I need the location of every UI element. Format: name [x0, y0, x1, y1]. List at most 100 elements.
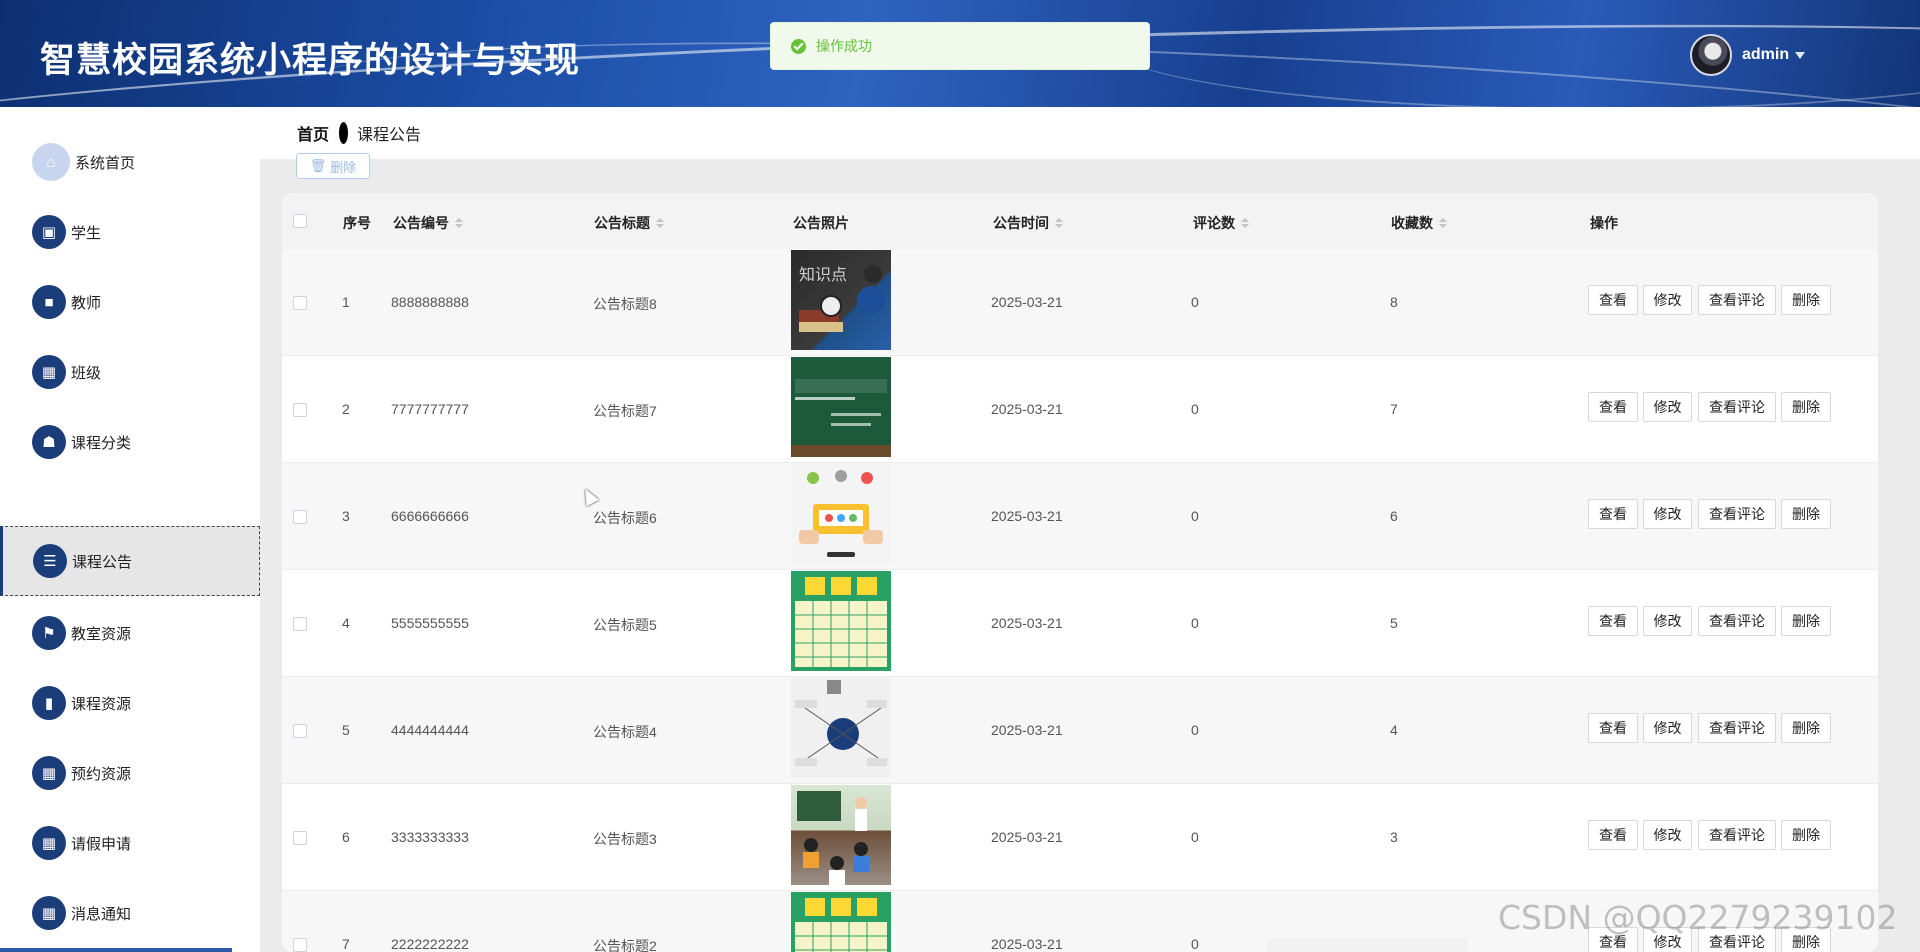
sidebar-item-label: 课程资源	[71, 695, 132, 713]
cell-code: 2222222222	[391, 936, 469, 952]
edit-button[interactable]: 修改	[1643, 820, 1692, 850]
row-checkbox[interactable]	[293, 296, 307, 310]
cell-code: 3333333333	[391, 829, 469, 845]
sidebar-item-course-category[interactable]: ☗ 课程分类	[0, 407, 260, 477]
delete-button[interactable]: 删除	[1781, 285, 1831, 315]
column-header-actions: 操作	[1590, 213, 1618, 233]
cell-code: 7777777777	[391, 401, 469, 417]
view-comments-button[interactable]: 查看评论	[1698, 392, 1776, 422]
system-tray	[1266, 938, 1468, 952]
sidebar-item-label: 系统首页	[75, 154, 136, 172]
row-checkbox[interactable]	[293, 724, 307, 738]
announcement-table: 序号 公告编号 公告标题 公告照片 公告时间 评论数 收藏数 操作 1 8888…	[282, 193, 1878, 952]
list-icon: ☰	[33, 544, 67, 578]
batch-delete-button[interactable]: 🗑 删除	[296, 153, 370, 179]
cell-favorites: 7	[1390, 401, 1398, 417]
sort-icon[interactable]	[656, 218, 664, 228]
chevron-down-icon[interactable]	[1795, 51, 1806, 59]
user-menu[interactable]: admin	[1690, 33, 1806, 77]
user-name[interactable]: admin	[1742, 46, 1789, 64]
sidebar-item-notifications[interactable]: ▦ 消息通知	[0, 878, 260, 948]
view-button[interactable]: 查看	[1588, 392, 1638, 422]
sidebar-item-label: 学生	[71, 224, 102, 242]
edit-button[interactable]: 修改	[1643, 499, 1692, 529]
sidebar-item-classes[interactable]: ▦ 班级	[0, 337, 260, 407]
row-checkbox[interactable]	[293, 403, 307, 417]
view-button[interactable]: 查看	[1588, 820, 1638, 850]
sort-icon[interactable]	[455, 218, 463, 228]
delete-button[interactable]: 删除	[1781, 820, 1831, 850]
view-comments-button[interactable]: 查看评论	[1698, 606, 1776, 636]
column-header-label: 收藏数	[1391, 215, 1433, 231]
flag-icon: ⚑	[32, 616, 66, 650]
sidebar-item-students[interactable]: ▣ 学生	[0, 197, 260, 267]
view-comments-button[interactable]: 查看评论	[1698, 820, 1776, 850]
sidebar-item-teachers[interactable]: ■ 教师	[0, 267, 260, 337]
view-comments-button[interactable]: 查看评论	[1698, 713, 1776, 743]
sidebar-item-course-announcement[interactable]: ☰ 课程公告	[0, 526, 260, 596]
select-all-checkbox[interactable]	[293, 214, 307, 228]
edit-button[interactable]: 修改	[1643, 606, 1692, 636]
delete-button[interactable]: 删除	[1781, 713, 1831, 743]
cell-code: 6666666666	[391, 508, 469, 524]
sidebar-item-home[interactable]: ⌂ 系统首页	[0, 127, 260, 197]
sort-icon[interactable]	[1439, 218, 1447, 228]
grid-icon: ▦	[32, 896, 66, 930]
edit-button[interactable]: 修改	[1643, 285, 1692, 315]
view-comments-button[interactable]: 查看评论	[1698, 285, 1776, 315]
sidebar-item-course-resources[interactable]: ▮ 课程资源	[0, 668, 260, 738]
view-button[interactable]: 查看	[1588, 285, 1638, 315]
column-header-label: 评论数	[1193, 215, 1235, 231]
view-button[interactable]: 查看	[1588, 606, 1638, 636]
sidebar-item-booking-resources[interactable]: ▦ 预约资源	[0, 738, 260, 808]
row-checkbox[interactable]	[293, 510, 307, 524]
cell-time: 2025-03-21	[991, 508, 1063, 524]
column-header-label: 操作	[1590, 215, 1618, 231]
row-checkbox[interactable]	[293, 617, 307, 631]
watermark: CSDN @QQ2279239102	[1498, 898, 1898, 937]
trash-icon: 🗑	[309, 158, 327, 173]
delete-button[interactable]: 删除	[1781, 606, 1831, 636]
cell-code: 8888888888	[391, 294, 469, 310]
breadcrumb-home[interactable]: 首页	[297, 121, 329, 145]
view-comments-button[interactable]: 查看评论	[1698, 499, 1776, 529]
cell-time: 2025-03-21	[991, 401, 1063, 417]
row-checkbox[interactable]	[293, 938, 307, 952]
view-button[interactable]: 查看	[1588, 713, 1638, 743]
edit-button[interactable]: 修改	[1643, 392, 1692, 422]
delete-button[interactable]: 删除	[1781, 499, 1831, 529]
briefcase-icon: ■	[32, 285, 66, 319]
sidebar-item-classroom-resources[interactable]: ⚑ 教室资源	[0, 598, 260, 668]
delete-button[interactable]: 删除	[1781, 392, 1831, 422]
book-icon: ▮	[32, 686, 66, 720]
sidebar-item-leave-requests[interactable]: ▦ 请假申请	[0, 808, 260, 878]
cell-title: 公告标题6	[593, 510, 657, 526]
cell-title: 公告标题2	[593, 938, 657, 952]
view-button[interactable]: 查看	[1588, 499, 1638, 529]
cell-favorites: 6	[1390, 508, 1398, 524]
column-header-photo: 公告照片	[793, 213, 849, 233]
sort-icon[interactable]	[1241, 218, 1249, 228]
cell-comments: 0	[1191, 829, 1199, 845]
cell-time: 2025-03-21	[991, 615, 1063, 631]
cell-comments: 0	[1191, 615, 1199, 631]
breadcrumb-current: 课程公告	[357, 127, 422, 144]
column-header-title[interactable]: 公告标题	[594, 213, 664, 233]
cell-index: 3	[342, 508, 350, 524]
avatar[interactable]	[1690, 34, 1732, 76]
table-row: 3 6666666666 公告标题6 2025-03-21 0 6 查看 修改 …	[282, 463, 1878, 570]
sidebar-item-label: 预约资源	[71, 765, 132, 783]
column-header-comments[interactable]: 评论数	[1193, 213, 1249, 233]
column-header-code[interactable]: 公告编号	[393, 213, 463, 233]
cell-code: 4444444444	[391, 722, 469, 738]
column-header-time[interactable]: 公告时间	[993, 213, 1063, 233]
column-header-favorites[interactable]: 收藏数	[1391, 213, 1447, 233]
breadcrumb-separator-icon	[339, 122, 349, 144]
sort-icon[interactable]	[1055, 218, 1063, 228]
cell-index: 6	[342, 829, 350, 845]
cell-comments: 0	[1191, 508, 1199, 524]
table-row: 1 8888888888 公告标题8 知识点 2025-03-21 0 8 查看…	[282, 249, 1878, 356]
timetable-image	[791, 892, 891, 952]
row-checkbox[interactable]	[293, 831, 307, 845]
edit-button[interactable]: 修改	[1643, 713, 1692, 743]
